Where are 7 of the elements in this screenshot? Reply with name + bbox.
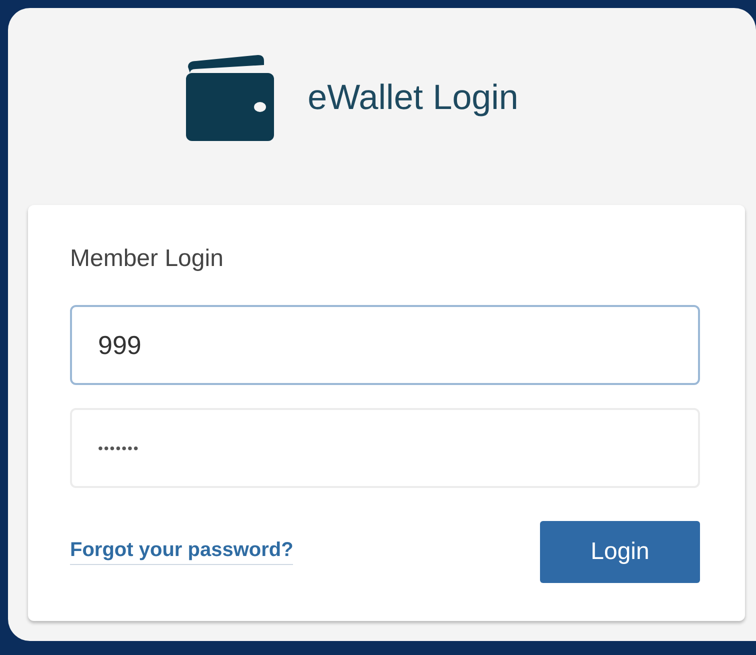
login-button[interactable]: Login (540, 521, 700, 583)
password-field[interactable]: ••••••• (70, 408, 700, 488)
app-title: eWallet Login (308, 78, 518, 118)
forgot-password-link[interactable]: Forgot your password? (70, 539, 294, 565)
username-field[interactable]: 999 (70, 305, 700, 385)
card-heading: Member Login (70, 245, 224, 273)
wallet-icon (186, 54, 274, 140)
